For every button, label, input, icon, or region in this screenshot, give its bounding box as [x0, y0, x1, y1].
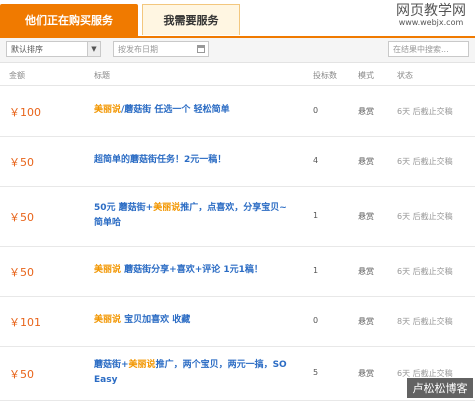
- task-title-text: 50元 蘑菇街+: [94, 203, 154, 213]
- task-mode: 悬赏: [358, 317, 374, 326]
- task-status: 8天 后截止交稿: [397, 317, 453, 326]
- table-header: 金额 标题 投标数 模式 状态: [0, 63, 475, 86]
- brand-name: 美丽说: [153, 203, 181, 213]
- task-bid-count: 4: [313, 156, 319, 165]
- watermark-url: www.webjx.com: [398, 18, 464, 28]
- filter-bar: 默认排序 ▼ 按发布日期 在结果中搜索...: [0, 38, 475, 63]
- task-bid-count: 0: [313, 106, 319, 115]
- date-input-placeholder: 按发布日期: [118, 45, 158, 54]
- watermark-logo: 网页教学网 www.webjx.com: [391, 3, 471, 28]
- task-title-text: 超简单的蘑菇街任务！2元一稿！: [94, 155, 227, 165]
- task-mode: 悬赏: [358, 212, 374, 221]
- task-amount: ￥50: [9, 156, 34, 169]
- task-status: 6天 后截止交稿: [397, 157, 453, 166]
- task-amount: ￥50: [9, 266, 34, 279]
- brand-name: 美丽说: [128, 360, 156, 370]
- search-input-placeholder: 在结果中搜索...: [393, 45, 449, 54]
- sort-select-value: 默认排序: [11, 45, 43, 54]
- task-bid-count: 5: [313, 368, 319, 377]
- column-mode: 模式: [358, 71, 374, 80]
- table-row[interactable]: ￥50 美丽说 蘑菇街分享+喜欢+评论 1元1稿！ 1 悬赏 6天 后截止交稿: [0, 246, 475, 297]
- task-title-text: /蘑菇街 任选一个 轻松简单: [121, 105, 230, 115]
- task-title-text: 宝贝加喜欢 收藏: [121, 315, 191, 325]
- task-mode: 悬赏: [358, 267, 374, 276]
- task-title-link[interactable]: 美丽说 蘑菇街分享+喜欢+评论 1元1稿！: [94, 263, 294, 278]
- brand-name: 美丽说: [94, 315, 122, 325]
- table-row[interactable]: ￥50 蘑菇街+美丽说推广，两个宝贝，两元一搞，SO Easy 5 悬赏 6天 后截止交…: [0, 346, 475, 401]
- task-amount: ￥101: [9, 316, 41, 329]
- tab-buying-services[interactable]: 他们正在购买服务: [0, 4, 138, 36]
- table-row[interactable]: ￥50 超简单的蘑菇街任务！2元一稿！ 4 悬赏 6天 后截止交稿: [0, 136, 475, 187]
- task-mode: 悬赏: [358, 107, 374, 116]
- sort-select[interactable]: 默认排序 ▼: [6, 41, 101, 57]
- task-title-link[interactable]: 美丽说/蘑菇街 任选一个 轻松简单: [94, 103, 294, 118]
- task-status: 6天 后截止交稿: [397, 107, 453, 116]
- task-mode: 悬赏: [358, 157, 374, 166]
- table-row[interactable]: ￥100 美丽说/蘑菇街 任选一个 轻松简单 0 悬赏 6天 后截止交稿: [0, 86, 475, 137]
- tab-need-services[interactable]: 我需要服务: [142, 4, 240, 35]
- date-input[interactable]: 按发布日期: [113, 41, 209, 57]
- watermark-blog: 卢松松博客: [407, 378, 473, 398]
- calendar-icon[interactable]: [197, 45, 205, 53]
- task-title-text: 蘑菇街分享+喜欢+评论 1元1稿！: [121, 265, 263, 275]
- brand-name: 美丽说: [94, 265, 122, 275]
- task-amount: ￥50: [9, 368, 34, 381]
- task-title-link[interactable]: 50元 蘑菇街+美丽说推广，点喜欢，分享宝贝~简单哈: [94, 201, 294, 231]
- task-title-text: 蘑菇街+: [94, 360, 129, 370]
- task-amount: ￥100: [9, 106, 41, 119]
- task-title-link[interactable]: 超简单的蘑菇街任务！2元一稿！: [94, 153, 294, 168]
- task-status: 6天 后截止交稿: [397, 267, 453, 276]
- search-input[interactable]: 在结果中搜索...: [388, 41, 469, 57]
- column-amount: 金额: [9, 71, 25, 80]
- task-title-link[interactable]: 美丽说 宝贝加喜欢 收藏: [94, 313, 294, 328]
- task-title-link[interactable]: 蘑菇街+美丽说推广，两个宝贝，两元一搞，SO Easy: [94, 358, 294, 388]
- task-bid-count: 0: [313, 316, 319, 325]
- task-bid-count: 1: [313, 266, 319, 275]
- column-status: 状态: [397, 71, 413, 80]
- task-amount: ￥50: [9, 211, 34, 224]
- chevron-down-icon[interactable]: ▼: [87, 42, 100, 56]
- task-mode: 悬赏: [358, 369, 374, 378]
- brand-name: 美丽说: [94, 105, 122, 115]
- task-bid-count: 1: [313, 211, 319, 220]
- table-row[interactable]: ￥101 美丽说 宝贝加喜欢 收藏 0 悬赏 8天 后截止交稿: [0, 296, 475, 347]
- table-row[interactable]: ￥50 50元 蘑菇街+美丽说推广，点喜欢，分享宝贝~简单哈 1 悬赏 6天 后截止交稿: [0, 186, 475, 247]
- column-bids: 投标数: [313, 71, 337, 80]
- watermark-title: 网页教学网: [396, 3, 466, 19]
- task-status: 6天 后截止交稿: [397, 212, 453, 221]
- tab-bar: 他们正在购买服务 我需要服务 网页教学网 www.webjx.com: [0, 0, 475, 38]
- column-title: 标题: [94, 71, 110, 80]
